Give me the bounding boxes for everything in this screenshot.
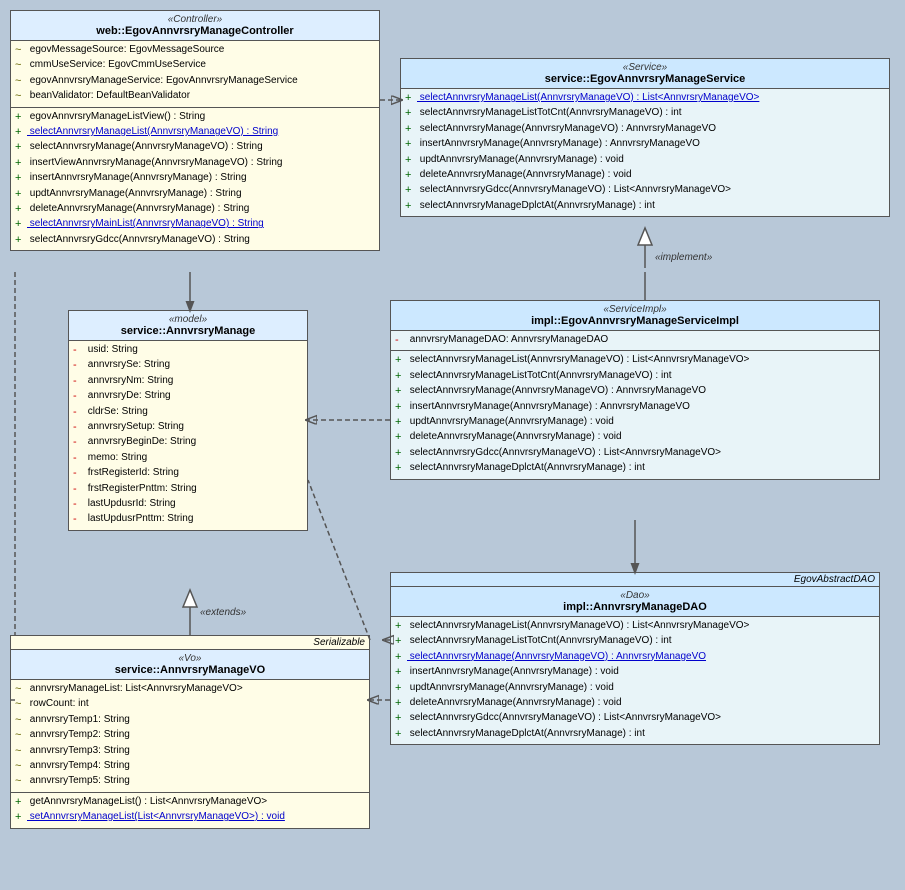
field-row: - frstRegisterId: String — [73, 466, 303, 481]
method-row: + selectAnnvrsryManageListTotCnt(Annvrsr… — [405, 106, 885, 121]
field-row: ~ beanValidator: DefaultBeanValidator — [15, 89, 375, 104]
method-row: + selectAnnvrsryManageList(AnnvrsryManag… — [15, 125, 375, 140]
method-row: + selectAnnvrsryManageList(AnnvrsryManag… — [395, 353, 875, 368]
method-row: + selectAnnvrsryGdcc(AnnvrsryManageVO) :… — [405, 183, 885, 198]
controller-header: «Controller» web::EgovAnnvrsryManageCont… — [11, 11, 379, 41]
method-row: + deleteAnnvrsryManage(AnnvrsryManage) :… — [395, 696, 875, 711]
field-row: ~ annvrsryTemp4: String — [15, 759, 365, 774]
model-box: «model» service::AnnvrsryManage - usid: … — [68, 310, 308, 531]
dao-abstract-note: EgovAbstractDAO — [391, 573, 879, 587]
serviceimpl-fields: - annvrsryManageDAO: AnnvrsryManageDAO — [391, 331, 879, 351]
field-row: - lastUpdusrId: String — [73, 497, 303, 512]
field-row: - frstRegisterPnttm: String — [73, 482, 303, 497]
field-row: ~ annvrsryTemp2: String — [15, 728, 365, 743]
field-row: - annvrsryBeginDe: String — [73, 435, 303, 450]
field-row: - annvrsryNm: String — [73, 374, 303, 389]
field-row: - annvrsryDe: String — [73, 389, 303, 404]
method-row: + updtAnnvrsryManage(AnnvrsryManage) : v… — [395, 415, 875, 430]
method-row: + selectAnnvrsryGdcc(AnnvrsryManageVO) :… — [395, 446, 875, 461]
method-row: + insertAnnvrsryManage(AnnvrsryManage) :… — [395, 665, 875, 680]
controller-fields: ~ egovMessageSource: EgovMessageSource ~… — [11, 41, 379, 108]
method-row: + deleteAnnvrsryManage(AnnvrsryManage) :… — [15, 202, 375, 217]
field-row: - annvrsryManageDAO: AnnvrsryManageDAO — [395, 333, 875, 348]
method-row: + selectAnnvrsryManage(AnnvrsryManageVO)… — [405, 122, 885, 137]
controller-stereotype: «Controller» — [16, 14, 374, 25]
field-row: ~ annvrsryTemp1: String — [15, 713, 365, 728]
serviceimpl-methods: + selectAnnvrsryManageList(AnnvrsryManag… — [391, 351, 879, 478]
method-row: + insertAnnvrsryManage(AnnvrsryManage) :… — [15, 171, 375, 186]
method-row: + getAnnvrsryManageList() : List<Annvrsr… — [15, 795, 365, 810]
method-row: + selectAnnvrsryManageListTotCnt(Annvrsr… — [395, 369, 875, 384]
serviceimpl-header: «ServiceImpl» impl::EgovAnnvrsryManageSe… — [391, 301, 879, 331]
controller-name: web::EgovAnnvrsryManageController — [16, 25, 374, 37]
method-row: + insertViewAnnvrsryManage(AnnvrsryManag… — [15, 156, 375, 171]
serviceimpl-stereotype: «ServiceImpl» — [396, 304, 874, 315]
dao-methods: + selectAnnvrsryManageList(AnnvrsryManag… — [391, 617, 879, 744]
method-row: + setAnnvrsryManageList(List<AnnvrsryMan… — [15, 810, 365, 825]
method-row: + deleteAnnvrsryManage(AnnvrsryManage) :… — [405, 168, 885, 183]
serviceimpl-name: impl::EgovAnnvrsryManageServiceImpl — [396, 315, 874, 327]
vo-serializable-note: Serializable — [11, 636, 369, 650]
method-row: + selectAnnvrsryManageDplctAt(AnnvrsryMa… — [395, 461, 875, 476]
method-row: + insertAnnvrsryManage(AnnvrsryManage) :… — [395, 400, 875, 415]
method-row: + selectAnnvrsryManage(AnnvrsryManageVO)… — [395, 650, 875, 665]
method-row: + selectAnnvrsryManageList(AnnvrsryManag… — [405, 91, 885, 106]
field-row: - annvrsrySe: String — [73, 358, 303, 373]
dao-box: EgovAbstractDAO «Dao» impl::AnnvrsryMana… — [390, 572, 880, 745]
service-methods: + selectAnnvrsryManageList(AnnvrsryManag… — [401, 89, 889, 216]
method-row: + selectAnnvrsryGdcc(AnnvrsryManageVO) :… — [15, 233, 375, 248]
method-row: + selectAnnvrsryManageListTotCnt(Annvrsr… — [395, 634, 875, 649]
vo-methods: + getAnnvrsryManageList() : List<Annvrsr… — [11, 793, 369, 828]
field-row: ~ annvrsryManageList: List<AnnvrsryManag… — [15, 682, 365, 697]
method-row: + selectAnnvrsryManageDplctAt(AnnvrsryMa… — [405, 199, 885, 214]
vo-name: service::AnnvrsryManageVO — [16, 664, 364, 676]
model-name: service::AnnvrsryManage — [74, 325, 302, 337]
field-row: ~ annvrsryTemp5: String — [15, 774, 365, 789]
field-row: ~ cmmUseService: EgovCmmUseService — [15, 58, 375, 73]
vo-fields: ~ annvrsryManageList: List<AnnvrsryManag… — [11, 680, 369, 793]
method-row: + deleteAnnvrsryManage(AnnvrsryManage) :… — [395, 430, 875, 445]
dao-name: impl::AnnvrsryManageDAO — [396, 601, 874, 613]
service-header: «Service» service::EgovAnnvrsryManageSer… — [401, 59, 889, 89]
field-row: - memo: String — [73, 451, 303, 466]
field-row: - cldrSe: String — [73, 405, 303, 420]
vo-box: Serializable «Vo» service::AnnvrsryManag… — [10, 635, 370, 829]
service-box: «Service» service::EgovAnnvrsryManageSer… — [400, 58, 890, 217]
controller-box: «Controller» web::EgovAnnvrsryManageCont… — [10, 10, 380, 251]
method-row: + updtAnnvrsryManage(AnnvrsryManage) : S… — [15, 187, 375, 202]
field-row: ~ annvrsryTemp3: String — [15, 744, 365, 759]
field-row: - usid: String — [73, 343, 303, 358]
method-row: + updtAnnvrsryManage(AnnvrsryManage) : v… — [405, 153, 885, 168]
method-row: + egovAnnvrsryManageListView() : String — [15, 110, 375, 125]
dao-header: «Dao» impl::AnnvrsryManageDAO — [391, 587, 879, 617]
vo-header: «Vo» service::AnnvrsryManageVO — [11, 650, 369, 680]
method-row: + selectAnnvrsryManage(AnnvrsryManageVO)… — [15, 140, 375, 155]
implement-label: «implement» — [655, 252, 713, 263]
field-row: - annvrsrySetup: String — [73, 420, 303, 435]
dao-stereotype: «Dao» — [396, 590, 874, 601]
method-row: + updtAnnvrsryManage(AnnvrsryManage) : v… — [395, 681, 875, 696]
method-row: + insertAnnvrsryManage(AnnvrsryManage) :… — [405, 137, 885, 152]
serviceimpl-box: «ServiceImpl» impl::EgovAnnvrsryManageSe… — [390, 300, 880, 480]
vo-stereotype: «Vo» — [16, 653, 364, 664]
method-row: + selectAnnvrsryGdcc(AnnvrsryManageVO) :… — [395, 711, 875, 726]
controller-methods: + egovAnnvrsryManageListView() : String … — [11, 108, 379, 251]
model-header: «model» service::AnnvrsryManage — [69, 311, 307, 341]
method-row: + selectAnnvrsryManageDplctAt(AnnvrsryMa… — [395, 727, 875, 742]
service-name: service::EgovAnnvrsryManageService — [406, 73, 884, 85]
model-stereotype: «model» — [74, 314, 302, 325]
uml-diagram: «Controller» web::EgovAnnvrsryManageCont… — [0, 0, 905, 890]
method-row: + selectAnnvrsryMainList(AnnvrsryManageV… — [15, 217, 375, 232]
method-row: + selectAnnvrsryManage(AnnvrsryManageVO)… — [395, 384, 875, 399]
field-row: ~ egovAnnvrsryManageService: EgovAnnvrsr… — [15, 74, 375, 89]
field-row: - lastUpdusrPnttm: String — [73, 512, 303, 527]
model-fields: - usid: String - annvrsrySe: String - an… — [69, 341, 307, 530]
service-stereotype: «Service» — [406, 62, 884, 73]
extends-label: «extends» — [200, 607, 247, 618]
field-row: ~ rowCount: int — [15, 697, 365, 712]
field-row: ~ egovMessageSource: EgovMessageSource — [15, 43, 375, 58]
method-row: + selectAnnvrsryManageList(AnnvrsryManag… — [395, 619, 875, 634]
